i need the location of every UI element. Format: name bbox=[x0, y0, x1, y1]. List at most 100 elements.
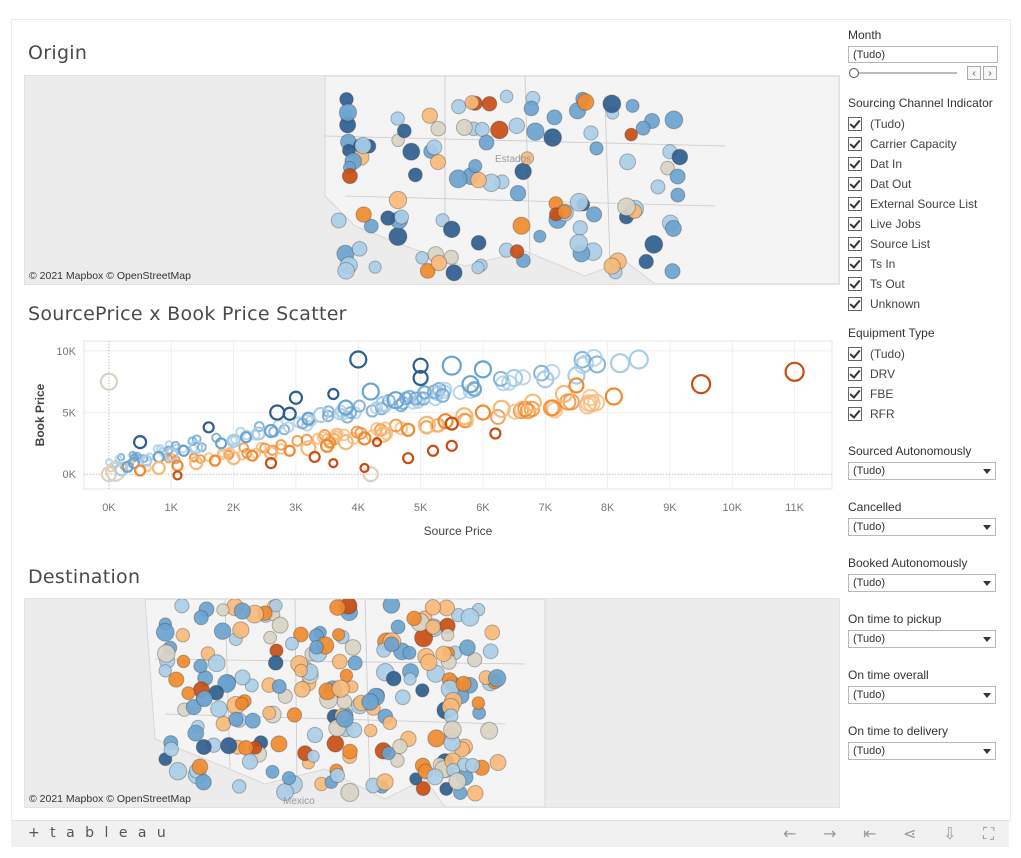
sourcing-checkbox-list: (Tudo) Carrier Capacity Dat In Dat Out Exter… bbox=[848, 114, 1008, 314]
map-bubble bbox=[196, 690, 213, 708]
sourcing-checkbox-row[interactable]: Unknown bbox=[848, 294, 1008, 314]
sourcing-checkbox-row[interactable]: External Source List bbox=[848, 194, 1008, 214]
equipment-checkbox-row[interactable]: RFR bbox=[848, 404, 1008, 424]
map-bubble bbox=[337, 261, 355, 280]
dropdown-label: On time to pickup bbox=[848, 612, 942, 626]
map-bubble bbox=[191, 758, 209, 775]
map-bubble bbox=[459, 639, 476, 657]
map-bubble bbox=[361, 693, 379, 711]
checkbox-checked-icon[interactable] bbox=[848, 157, 862, 171]
sourcing-checkbox-row[interactable]: (Tudo) bbox=[848, 114, 1008, 134]
map-bubble bbox=[435, 645, 452, 663]
map-bubble bbox=[445, 264, 463, 282]
equipment-checkbox-row[interactable]: FBE bbox=[848, 384, 1008, 404]
checkbox-checked-icon[interactable] bbox=[848, 347, 862, 361]
checkbox-checked-icon[interactable] bbox=[848, 277, 862, 291]
sourcing-checkbox-row[interactable]: Source List bbox=[848, 234, 1008, 254]
map-bubble bbox=[383, 636, 400, 653]
map-attribution[interactable]: © 2021 Mapbox © OpenStreetMap bbox=[29, 270, 191, 282]
revert-icon[interactable]: ⇤ bbox=[863, 824, 876, 843]
map-bubble bbox=[644, 235, 664, 254]
map-bubble bbox=[441, 628, 455, 642]
share-icon[interactable]: ⋖ bbox=[903, 824, 916, 843]
map-bubble bbox=[341, 168, 358, 185]
map-bubble bbox=[390, 619, 406, 635]
sourcing-checkbox-row[interactable]: Dat Out bbox=[848, 174, 1008, 194]
prev-month-button[interactable]: ‹ bbox=[967, 66, 981, 80]
month-slider[interactable] bbox=[849, 68, 957, 78]
map-bubble bbox=[617, 197, 636, 217]
undo-icon[interactable]: ← bbox=[783, 824, 796, 843]
checkbox-checked-icon[interactable] bbox=[848, 137, 862, 151]
month-input[interactable]: (Tudo) bbox=[848, 46, 998, 63]
checkbox-checked-icon[interactable] bbox=[848, 177, 862, 191]
map-bubble bbox=[669, 168, 686, 185]
checkbox-checked-icon[interactable] bbox=[848, 407, 862, 421]
dropdown-filter: On time overall (Tudo) bbox=[848, 668, 1008, 704]
map-bubble bbox=[344, 639, 362, 656]
equipment-checkbox-label: DRV bbox=[870, 367, 896, 381]
map-bubble bbox=[220, 737, 238, 755]
next-month-button[interactable]: › bbox=[983, 66, 997, 80]
map-bubble bbox=[443, 720, 462, 740]
map-bubble bbox=[508, 117, 526, 135]
map-attribution[interactable]: © 2021 Mapbox © OpenStreetMap bbox=[29, 793, 191, 805]
sourcing-checkbox-label: External Source List bbox=[870, 197, 978, 211]
checkbox-checked-icon[interactable] bbox=[848, 297, 862, 311]
map-bubble bbox=[347, 655, 363, 671]
map-bubble bbox=[543, 128, 562, 147]
dropdown-select[interactable]: (Tudo) bbox=[848, 742, 996, 760]
dropdown-filter: On time to delivery (Tudo) bbox=[848, 724, 1008, 760]
download-icon[interactable]: ⇩ bbox=[943, 824, 956, 843]
redo-icon[interactable]: → bbox=[823, 824, 836, 843]
map-bubble bbox=[271, 616, 289, 634]
sourcing-label: Sourcing Channel Indicator bbox=[848, 96, 993, 110]
map-bubble bbox=[231, 779, 247, 794]
slider-knob[interactable] bbox=[849, 68, 859, 78]
sourcing-checkbox-label: Unknown bbox=[870, 297, 921, 311]
map-bubble bbox=[228, 711, 244, 727]
dropdown-value: (Tudo) bbox=[853, 689, 885, 701]
sourcing-checkbox-row[interactable]: Live Jobs bbox=[848, 214, 1008, 234]
map-bubble bbox=[195, 773, 212, 791]
sourcing-checkbox-row[interactable]: Dat In bbox=[848, 154, 1008, 174]
map-bubble bbox=[664, 263, 681, 280]
sourcing-checkbox-row[interactable]: Carrier Capacity bbox=[848, 134, 1008, 154]
dropdown-select[interactable]: (Tudo) bbox=[848, 462, 996, 480]
map-bubble bbox=[415, 781, 431, 797]
equipment-checkbox-row[interactable]: (Tudo) bbox=[848, 344, 1008, 364]
dropdown-select[interactable]: (Tudo) bbox=[848, 574, 996, 592]
checkbox-checked-icon[interactable] bbox=[848, 257, 862, 271]
checkbox-checked-icon[interactable] bbox=[848, 237, 862, 251]
sourcing-checkbox-row[interactable]: Ts In bbox=[848, 254, 1008, 274]
map-bubble bbox=[415, 683, 430, 698]
tableau-logo[interactable]: + t a b l e a u bbox=[28, 825, 169, 841]
dropdown-label: Cancelled bbox=[848, 500, 902, 514]
map-bubble bbox=[474, 121, 490, 138]
checkbox-checked-icon[interactable] bbox=[848, 217, 862, 231]
sourcing-checkbox-row[interactable]: Ts Out bbox=[848, 274, 1008, 294]
checkbox-checked-icon[interactable] bbox=[848, 197, 862, 211]
destination-map[interactable]: Mexico © 2021 Mapbox © OpenStreetMap bbox=[24, 598, 840, 808]
dropdown-select[interactable]: (Tudo) bbox=[848, 518, 996, 536]
dropdown-select[interactable]: (Tudo) bbox=[848, 686, 996, 704]
x-tick-label: 2K bbox=[227, 502, 241, 514]
checkbox-checked-icon[interactable] bbox=[848, 367, 862, 381]
equipment-checkbox-row[interactable]: DRV bbox=[848, 364, 1008, 384]
dropdown-select[interactable]: (Tudo) bbox=[848, 630, 996, 648]
map-bubble bbox=[388, 190, 408, 210]
scatter-chart[interactable]: 0K 1K 2K 3K 4K 5K 6K 7K 8K 9K 10K 11K 0K 5K 10K Source … bbox=[24, 336, 838, 546]
map-bubble bbox=[557, 204, 572, 220]
map-bubble bbox=[451, 99, 467, 115]
x-axis-label: Source Price bbox=[424, 524, 493, 538]
y-tick-label: 5K bbox=[63, 408, 77, 420]
map-bubble bbox=[233, 602, 251, 620]
filter-panel: Month (Tudo) ‹ › Sourcing Channel Indica… bbox=[848, 28, 1008, 760]
map-bubble bbox=[232, 621, 250, 639]
map-bubble bbox=[380, 210, 396, 226]
checkbox-checked-icon[interactable] bbox=[848, 117, 862, 131]
fullscreen-icon[interactable]: ⛶ bbox=[983, 824, 994, 844]
checkbox-checked-icon[interactable] bbox=[848, 387, 862, 401]
origin-map[interactable]: Estados © 2021 Mapbox © OpenStreetMap bbox=[24, 75, 840, 285]
map-bubble bbox=[533, 229, 547, 243]
